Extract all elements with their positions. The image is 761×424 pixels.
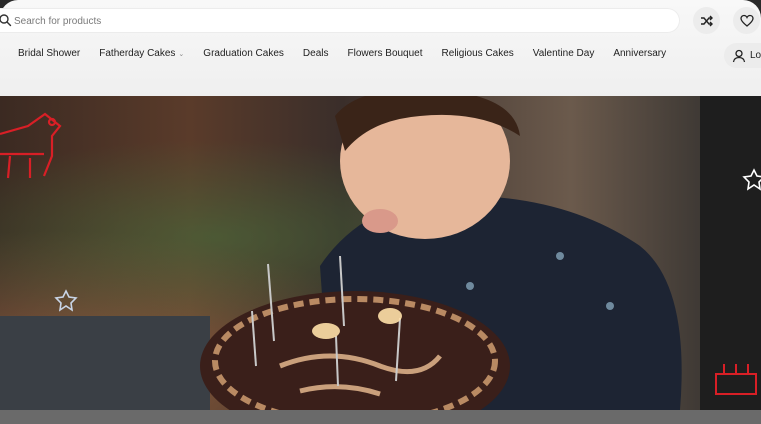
wishlist-button[interactable] — [733, 7, 760, 34]
bottom-strip — [0, 410, 761, 424]
nav-item-religious-cakes[interactable]: Religious Cakes — [442, 48, 514, 59]
shuffle-icon — [700, 15, 713, 26]
search-icon[interactable] — [0, 13, 12, 27]
hero-image — [0, 96, 761, 410]
search-input[interactable] — [12, 12, 616, 31]
nav-item-deals[interactable]: Deals — [303, 48, 329, 59]
nav-item-valentine-day[interactable]: Valentine Day — [533, 48, 595, 59]
star-icon — [54, 289, 78, 312]
user-icon — [732, 49, 746, 62]
nav-item-fatherday-cakes[interactable]: Fatherday Cakes ⌄ — [99, 48, 184, 59]
login-label: Lo — [750, 50, 761, 61]
login-button[interactable]: Lo — [724, 43, 761, 68]
search-bar[interactable] — [0, 8, 680, 33]
site-header: Bridal Shower Fatherday Cakes⌄ Graduatio… — [0, 0, 761, 96]
heart-icon — [739, 14, 754, 27]
nav-item-label: Fatherday Cakes — [99, 48, 176, 59]
nav-item-graduation-cakes[interactable]: Graduation Cakes — [203, 48, 284, 59]
right-background — [700, 96, 761, 410]
nav-item-flowers-bouquet[interactable]: Flowers Bouquet — [347, 48, 422, 59]
compare-button[interactable] — [693, 7, 720, 34]
hero-banner[interactable] — [0, 96, 761, 410]
chevron-down-icon: ⌄ — [178, 51, 185, 58]
nav-item-anniversary[interactable]: Anniversary — [613, 48, 666, 59]
table-surface — [0, 316, 210, 410]
category-nav: Bridal Shower Fatherday Cakes ⌄ Graduatio… — [18, 48, 685, 59]
nav-item-bridal-shower[interactable]: Bridal Shower — [18, 48, 80, 59]
pinata-icon — [0, 112, 62, 179]
